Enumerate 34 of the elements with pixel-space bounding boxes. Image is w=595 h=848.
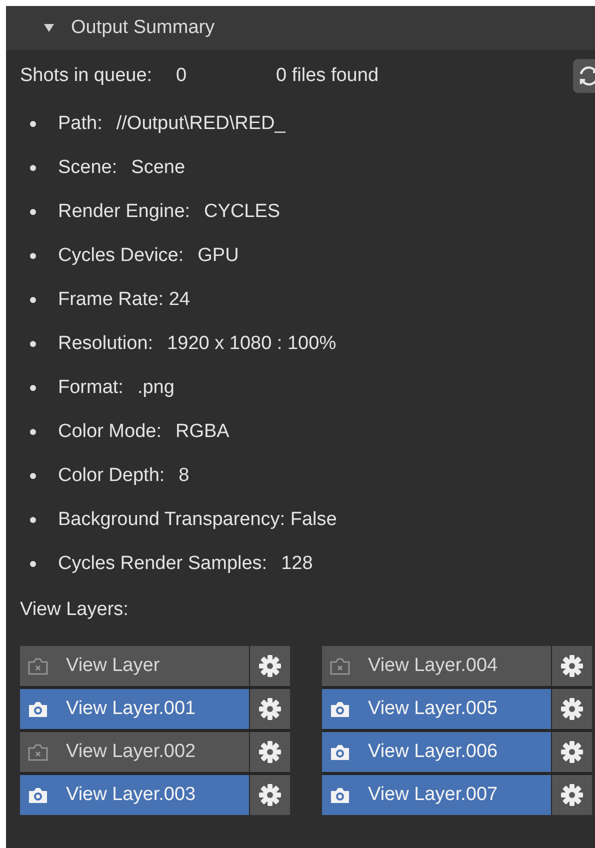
section-label: View Layers:: [20, 598, 130, 622]
view-layer-button[interactable]: View Layer.006: [322, 732, 551, 772]
view-layer-button[interactable]: View Layer: [20, 646, 249, 686]
detail-value: //Output\RED\RED_: [116, 113, 286, 135]
detail-label: Scene:: [58, 157, 118, 179]
detail-value: 128: [281, 553, 313, 575]
detail-value: RGBA: [176, 421, 230, 443]
panel-title: Output Summary: [71, 17, 215, 39]
panel-header[interactable]: Output Summary: [6, 6, 595, 50]
detail-value: Scene: [131, 157, 186, 179]
detail-label: Path:: [58, 113, 102, 135]
view-layer-button[interactable]: View Layer.002: [20, 732, 249, 772]
view-layer-button[interactable]: View Layer.007: [322, 775, 551, 815]
detail-value: 1920 x 1080 : 100%: [167, 333, 336, 355]
detail-value: CYCLES: [204, 201, 280, 223]
view-layer-button[interactable]: View Layer.003: [20, 775, 249, 815]
detail-label: Cycles Render Samples:: [58, 553, 268, 575]
view-layer-button[interactable]: View Layer.004: [322, 646, 551, 686]
detail-value: GPU: [198, 245, 239, 267]
detail-label: Background Transparency: False: [58, 509, 337, 531]
queue-label: Shots in queue:: [20, 65, 152, 87]
detail-label: Color Mode:: [58, 421, 162, 443]
detail-label: Frame Rate: 24: [58, 289, 190, 311]
detail-label: Render Engine:: [58, 201, 190, 223]
detail-value: 8: [178, 465, 190, 487]
detail-label: Resolution:: [58, 333, 154, 355]
detail-label: Color Depth:: [58, 465, 165, 487]
files-found: 0 files found: [276, 65, 379, 87]
detail-value: .png: [137, 377, 174, 399]
detail-label: Format:: [58, 377, 124, 399]
queue-count: 0: [176, 65, 188, 87]
view-layer-button[interactable]: View Layer.001: [20, 689, 249, 729]
view-layer-button[interactable]: View Layer.005: [322, 689, 551, 729]
detail-label: Cycles Device:: [58, 245, 184, 267]
